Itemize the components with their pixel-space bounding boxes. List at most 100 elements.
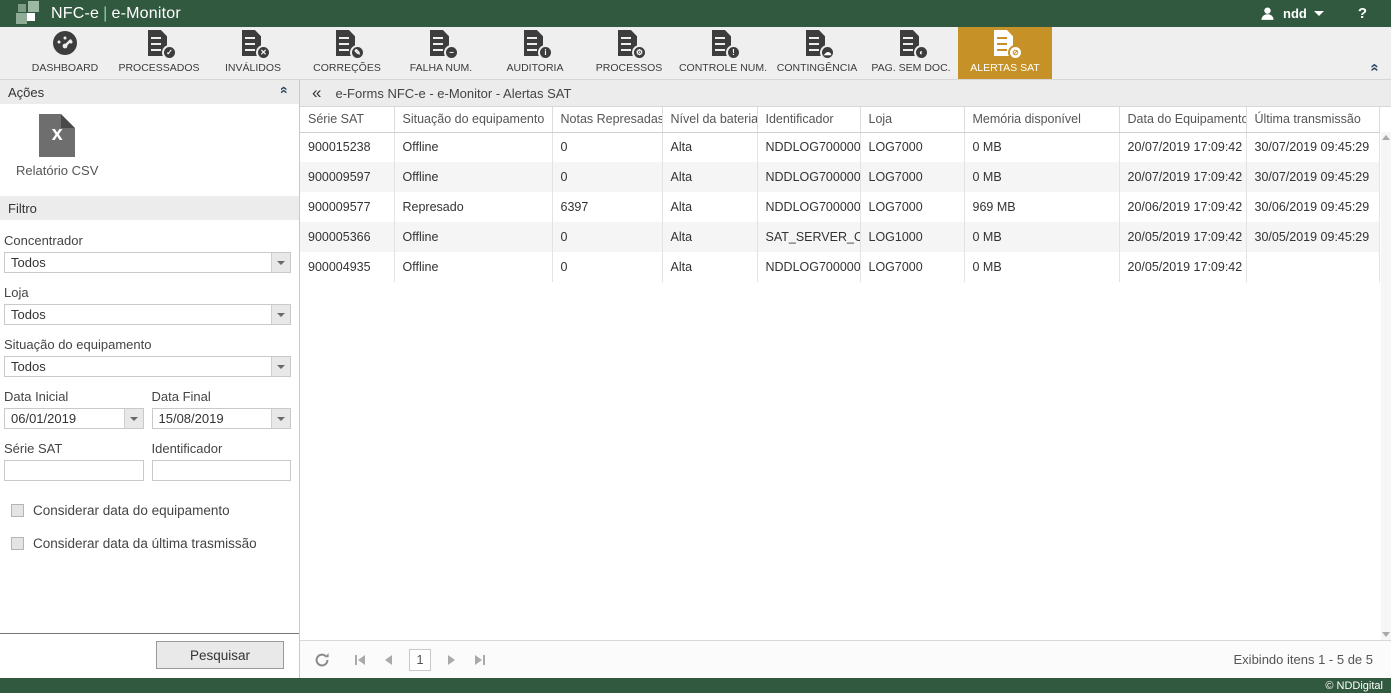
report-csv-label: Relatório CSV [16,163,98,178]
toolbar-item-controle-num[interactable]: ! CONTROLE NUM. [676,27,770,79]
refresh-button[interactable] [314,652,330,668]
cell-notas: 0 [552,162,662,192]
gear-document-icon: ⚙ [617,30,641,57]
previous-page-button[interactable] [382,652,395,668]
help-button[interactable]: ? [1340,5,1381,22]
considerar-data-transmissao-checkbox[interactable] [11,537,24,550]
loja-dropdown-button[interactable] [271,305,290,324]
toolbar-item-alertas-sat[interactable]: ⊘ ALERTAS SAT [958,27,1052,79]
considerar-data-equipamento-label[interactable]: Considerar data do equipamento [33,503,230,518]
toolbar-label-processos: PROCESSOS [596,62,663,74]
toolbar-collapse-chevron-icon[interactable]: « [1367,63,1382,71]
scroll-down-icon[interactable] [1382,632,1390,637]
considerar-data-equipamento-checkbox[interactable] [11,504,24,517]
table-row[interactable]: 900015238 Offline 0 Alta NDDLOG70000010 … [300,132,1380,162]
data-inicial-value: 06/01/2019 [5,409,124,428]
table-row[interactable]: 900004935 Offline 0 Alta NDDLOG70000010 … [300,252,1380,282]
table-row[interactable]: 900005366 Offline 0 Alta SAT_SERVER_OFF … [300,222,1380,252]
data-final-dropdown-button[interactable] [271,409,290,428]
table-row[interactable]: 900009577 Represado 6397 Alta NDDLOG7000… [300,192,1380,222]
cell-notas: 0 [552,252,662,282]
toolbar-item-auditoria[interactable]: i AUDITORIA [488,27,582,79]
situacao-value: Todos [5,357,271,376]
toolbar-label-falha-num: FALHA NUM. [410,62,472,74]
main-area: « e-Forms NFC-e - e-Monitor - Alertas SA… [300,80,1391,678]
csv-file-icon: x [39,114,75,157]
column-header-nivel-bateria[interactable]: Nível da bateria [662,107,757,132]
toolbar-label-alertas-sat: ALERTAS SAT [970,62,1039,74]
slash-circle-icon: ⊘ [1008,45,1023,60]
csv-x-glyph: x [39,123,75,146]
situacao-dropdown-button[interactable] [271,357,290,376]
column-header-ultima-transmissao[interactable]: Última transmissão [1246,107,1380,132]
cell-serie-sat: 900005366 [300,222,394,252]
chevron-down-icon [130,417,138,421]
minus-document-icon: − [429,30,453,57]
toolbar-label-correcoes: CORREÇÕES [313,62,381,74]
concentrador-select[interactable]: Todos [4,252,291,273]
cell-bateria: Alta [662,162,757,192]
situacao-label: Situação do equipamento [4,337,291,352]
column-header-notas-represadas[interactable]: Notas Represadas [552,107,662,132]
toolbar-item-falha-num[interactable]: − FALHA NUM. [394,27,488,79]
toolbar-item-correcoes[interactable]: ✎ CORREÇÕES [300,27,394,79]
serie-sat-input[interactable] [4,460,144,481]
data-final-label: Data Final [152,389,292,404]
toolbar-item-pag-sem-doc[interactable]: ◐ PAG. SEM DOC. [864,27,958,79]
toolbar-item-dashboard[interactable]: DASHBOARD [18,27,112,79]
items-count-status: Exibindo itens 1 - 5 de 5 [1234,652,1377,667]
loja-value: Todos [5,305,271,324]
cell-loja: LOG1000 [860,222,964,252]
column-header-serie-sat[interactable]: Série SAT [300,107,394,132]
vertical-scrollbar[interactable] [1381,132,1391,640]
identificador-input[interactable] [152,460,292,481]
column-header-identificador[interactable]: Identificador [757,107,860,132]
cell-loja: LOG7000 [860,192,964,222]
toolbar-item-processos[interactable]: ⚙ PROCESSOS [582,27,676,79]
actions-collapse-chevron-icon[interactable]: « [278,86,292,98]
check-icon: ✓ [162,45,177,60]
chevron-down-icon [277,313,285,317]
situacao-select[interactable]: Todos [4,356,291,377]
first-page-button[interactable] [352,652,368,668]
concentrador-dropdown-button[interactable] [271,253,290,272]
loja-select[interactable]: Todos [4,304,291,325]
column-header-loja[interactable]: Loja [860,107,964,132]
cell-loja: LOG7000 [860,132,964,162]
search-button[interactable]: Pesquisar [156,641,284,669]
page-number-input[interactable]: 1 [409,649,431,671]
toolbar-item-processados[interactable]: ✓ PROCESSADOS [112,27,206,79]
half-circle-document-icon: ◐ [899,30,923,57]
user-icon [1259,5,1276,22]
cell-bateria: Alta [662,192,757,222]
data-inicial-dropdown-button[interactable] [124,409,143,428]
cell-loja: LOG7000 [860,252,964,282]
toolbar-label-pag-sem-doc: PAG. SEM DOC. [871,62,950,74]
column-header-situacao[interactable]: Situação do equipamento [394,107,552,132]
data-inicial-datepicker[interactable]: 06/01/2019 [4,408,144,429]
scroll-up-icon[interactable] [1382,135,1390,140]
column-header-data-equipamento[interactable]: Data do Equipamento [1119,107,1246,132]
data-final-datepicker[interactable]: 15/08/2019 [152,408,292,429]
info-document-icon: i [523,30,547,57]
cell-identificador: NDDLOG70000010 [757,192,860,222]
last-page-button[interactable] [472,652,488,668]
toolbar-item-contingencia[interactable]: ☁ CONTINGÊNCIA [770,27,864,79]
user-menu[interactable]: ndd [1253,5,1330,22]
back-chevrons-icon[interactable]: « [312,84,321,103]
column-header-memoria[interactable]: Memória disponível [964,107,1119,132]
top-bar: NFC-e|e-Monitor ndd ? [0,0,1391,27]
next-page-button[interactable] [445,652,458,668]
report-csv-button[interactable]: x Relatório CSV [10,114,104,178]
toolbar-label-auditoria: AUDITORIA [507,62,564,74]
minus-icon: − [444,45,459,60]
table-row[interactable]: 900009597 Offline 0 Alta NDDLOG70000010 … [300,162,1380,192]
pagination-bar: 1 Exibindo itens 1 - 5 de 5 [300,640,1391,678]
toolbar-item-invalidos[interactable]: ✕ INVÁLIDOS [206,27,300,79]
cell-bateria: Alta [662,132,757,162]
edit-document-icon: ✎ [335,30,359,57]
cell-identificador: NDDLOG70000010 [757,132,860,162]
considerar-data-transmissao-label[interactable]: Considerar data da última trasmissão [33,536,257,551]
half-circle-icon: ◐ [914,45,929,60]
toolbar-label-contingencia: CONTINGÊNCIA [777,62,858,74]
